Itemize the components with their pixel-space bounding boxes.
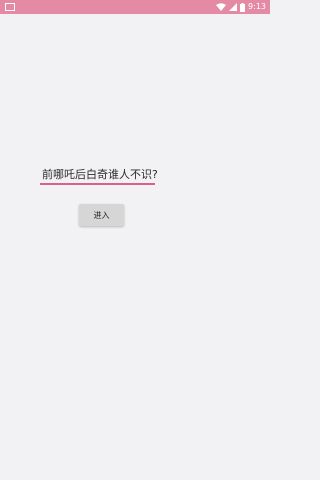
status-bar: 9:13	[0, 0, 270, 14]
signal-icon	[229, 3, 238, 11]
notification-icon	[4, 2, 15, 11]
question-text: 前哪吒后白奇谁人不识?	[42, 168, 158, 181]
question-underline	[40, 183, 155, 185]
wifi-icon	[216, 3, 227, 11]
status-icons: 9:13	[216, 0, 266, 14]
enter-button[interactable]: 进入	[79, 204, 124, 226]
question-field[interactable]: 前哪吒后白奇谁人不识?	[40, 168, 158, 185]
battery-icon	[240, 2, 246, 12]
status-time: 9:13	[248, 2, 266, 11]
